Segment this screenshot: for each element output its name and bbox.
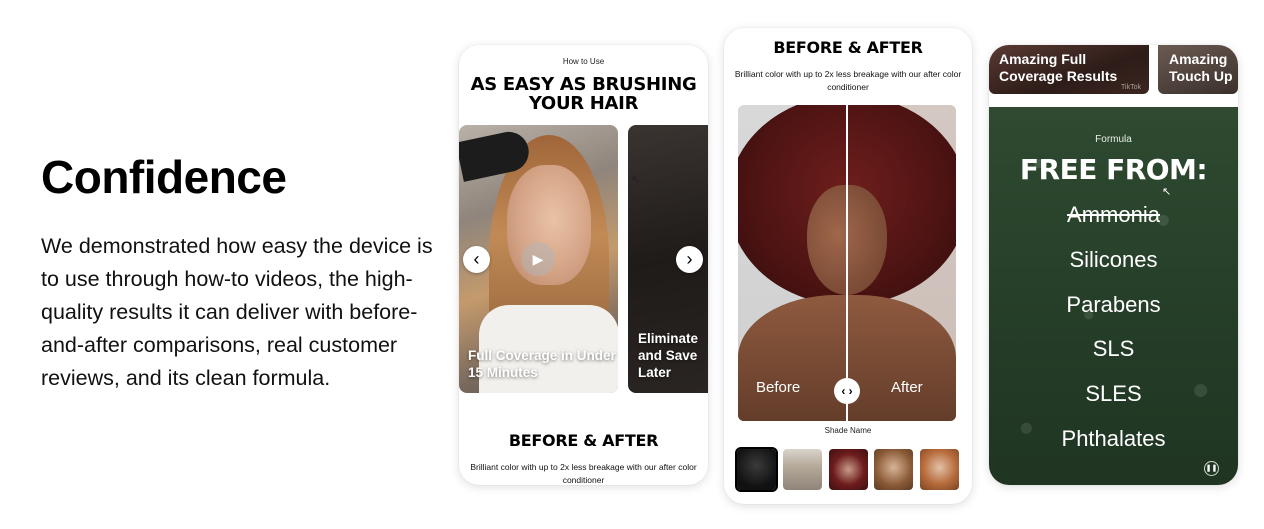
ingredient-list: Ammonia Silicones Parabens SLS SLES Phth… <box>989 202 1238 471</box>
formula-screen: Amazing Full Coverage Results TikTok Ama… <box>989 45 1238 485</box>
pause-icon[interactable]: ❚❚ <box>1204 461 1219 476</box>
after-label: After <box>891 379 923 396</box>
ingredient-item: Silicones <box>1069 246 1158 272</box>
slider-handle-icon[interactable]: ‹ › <box>834 378 860 404</box>
shade-swatch-copper[interactable] <box>920 449 959 490</box>
shade-swatches <box>735 447 959 492</box>
formula-panel: Formula FREE FROM: Ammonia Silicones Par… <box>989 107 1238 485</box>
cursor-icon: ↖ <box>631 174 641 186</box>
formula-label: Formula <box>1095 134 1132 145</box>
ingredient-item: Parabens <box>1066 291 1161 317</box>
tile-caption: Amazing Full Coverage Results <box>999 51 1118 84</box>
slider-divider[interactable] <box>846 105 848 421</box>
shade-swatch-burgundy[interactable] <box>829 449 868 490</box>
shade-name-label: Shade Name <box>824 426 872 435</box>
ingredient-item: SLES <box>1085 381 1142 407</box>
shade-swatch-black[interactable] <box>735 447 778 492</box>
slide-caption: Full Coverage in Under 15 Minutes <box>468 348 616 380</box>
before-after-subtitle: Brilliant color with up to 2x less break… <box>470 462 697 485</box>
before-after-screen: BEFORE & AFTER Brilliant color with up t… <box>724 28 972 504</box>
review-video-tile[interactable]: Amazing Full Coverage Results TikTok <box>989 45 1149 94</box>
shade-swatch-light-brown[interactable] <box>874 449 913 490</box>
review-tiles: Amazing Full Coverage Results TikTok Ama… <box>989 45 1238 94</box>
review-video-tile[interactable]: Amazing Touch Up <box>1158 45 1238 94</box>
cursor-icon: ↖ <box>1162 186 1172 198</box>
how-to-use-screen: How to Use AS EASY AS BRUSHING YOUR HAIR… <box>459 45 708 485</box>
ingredient-item: Phthalates <box>1061 425 1166 451</box>
how-to-headline: AS EASY AS BRUSHING YOUR HAIR <box>470 74 697 114</box>
before-after-subtitle: Brilliant color with up to 2x less break… <box>734 69 962 92</box>
free-from-heading: FREE FROM: <box>1019 153 1208 186</box>
chevron-right-icon[interactable]: › <box>676 246 703 273</box>
before-after-slider[interactable]: Before After ‹ › <box>738 105 956 421</box>
before-label: Before <box>756 379 801 396</box>
intro-title: Confidence <box>41 151 287 203</box>
shade-swatch-ash-blonde[interactable] <box>783 449 822 490</box>
tiktok-watermark: TikTok <box>1121 84 1141 91</box>
chevron-left-icon[interactable]: ‹ <box>463 246 490 273</box>
section-label: How to Use <box>562 57 605 66</box>
intro-body: We demonstrated how easy the device is t… <box>41 234 433 390</box>
ingredient-item: SLS <box>1092 336 1135 362</box>
before-after-title: BEFORE & AFTER <box>508 431 659 450</box>
intro-section: Confidence We demonstrated how easy the … <box>41 150 441 395</box>
tile-caption: Amazing Touch Up <box>1169 51 1233 84</box>
after-image <box>738 105 956 421</box>
before-after-title: BEFORE & AFTER <box>773 38 923 57</box>
play-icon[interactable]: ▶ <box>521 242 555 276</box>
ingredient-item: Ammonia <box>1067 202 1160 227</box>
slide-caption: Eliminate and Save Later <box>638 331 699 380</box>
